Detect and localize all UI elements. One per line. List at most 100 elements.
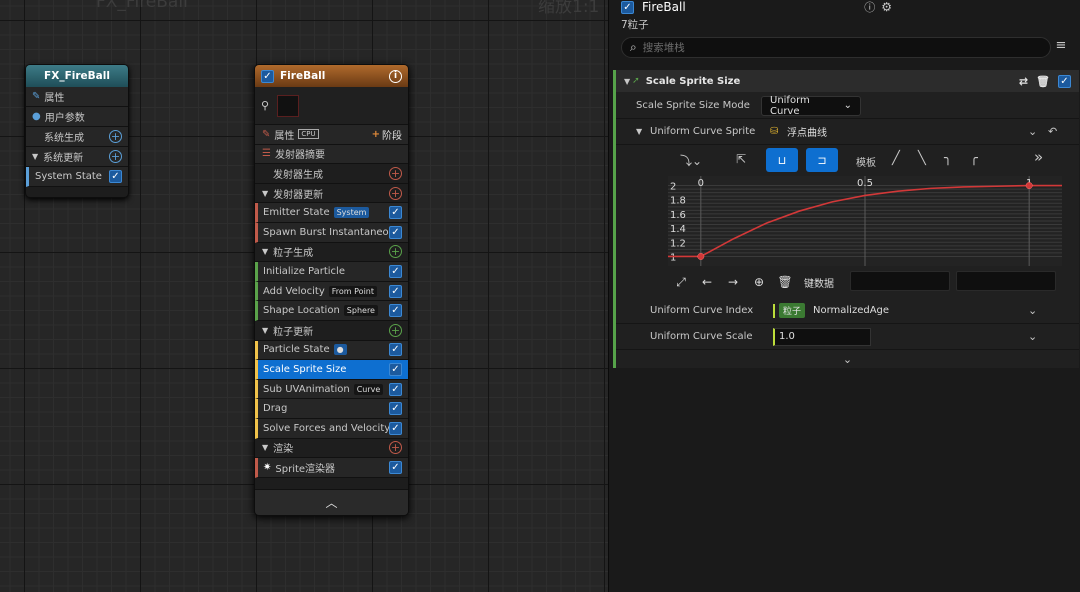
add-particle-spawn-icon[interactable]: +: [389, 245, 402, 259]
add-renderer-icon[interactable]: +: [389, 441, 402, 455]
system-properties-row[interactable]: ✎ 属性: [26, 87, 128, 107]
add-key-icon[interactable]: ⊕: [746, 275, 772, 289]
module-checkbox[interactable]: ✓: [389, 225, 402, 239]
system-node[interactable]: FX_FireBall ✎ 属性 ● 用户参数 系统生成 + ▼ 系统更新 + …: [25, 64, 129, 198]
panel-enable-checkbox[interactable]: ✓: [621, 0, 634, 14]
module-scale-sprite-size[interactable]: Scale Sprite Size ✓: [255, 360, 408, 380]
module-checkbox[interactable]: ✓: [389, 284, 402, 298]
curve-index-value[interactable]: NormalizedAge: [813, 305, 889, 316]
module-sprite-renderer[interactable]: ✷ Sprite渲染器 ✓: [255, 458, 408, 478]
add-stage-button[interactable]: 阶段: [382, 127, 402, 142]
collapse-triangle-icon[interactable]: ▼: [262, 189, 268, 198]
system-node-title[interactable]: FX_FireBall: [26, 65, 128, 87]
system-spawn-row[interactable]: 系统生成 +: [26, 127, 128, 147]
curve-x-tick-label: 0.5: [857, 178, 873, 189]
fit-icon[interactable]: ⤢: [668, 275, 694, 290]
emitter-summary-row[interactable]: ☰ 发射器摘要: [255, 144, 408, 165]
system-update-row[interactable]: ▼ 系统更新 +: [26, 147, 128, 167]
curve-editor[interactable]: 00.5111.21.41.61.82: [668, 176, 1062, 266]
collapse-triangle-icon[interactable]: ▼: [32, 152, 38, 161]
key-value-input[interactable]: [956, 271, 1056, 291]
module-checkbox[interactable]: ✓: [389, 382, 402, 396]
emitter-node-header[interactable]: ✓ FireBall i: [255, 65, 408, 87]
open-external-icon[interactable]: ⇱: [736, 152, 746, 166]
add-system-spawn-icon[interactable]: +: [109, 130, 122, 143]
emitter-node-title: FireBall: [280, 70, 326, 82]
module-drag[interactable]: Drag ✓: [255, 399, 408, 419]
chevron-down-icon[interactable]: ⌄: [1028, 304, 1037, 317]
emitter-node[interactable]: ✓ FireBall i ⚲ ✎ 属性 CPU + 阶段 ☰ 发射器摘要 发射器…: [254, 64, 409, 516]
smooth-template-icon[interactable]: ╭: [970, 151, 978, 166]
system-state-checkbox[interactable]: ✓: [109, 170, 122, 183]
module-checkbox[interactable]: ✓: [389, 460, 402, 474]
user-params-row[interactable]: ● 用户参数: [26, 107, 128, 127]
reset-icon[interactable]: ↶: [1048, 125, 1057, 138]
module-checkbox[interactable]: ✓: [389, 206, 402, 220]
info-icon[interactable]: ⓘ: [864, 0, 875, 15]
pin-icon[interactable]: ⚲: [261, 99, 269, 112]
particle-update-row[interactable]: ▼ 粒子更新 +: [255, 320, 408, 341]
module-checkbox[interactable]: ✓: [389, 402, 402, 416]
info-icon[interactable]: i: [389, 69, 402, 83]
module-sub-uv-animation[interactable]: Sub UVAnimation Curve ✓: [255, 379, 408, 400]
prev-key-icon[interactable]: ←: [694, 275, 720, 289]
key-time-input[interactable]: [850, 271, 950, 291]
emitter-spawn-row[interactable]: 发射器生成 +: [255, 164, 408, 184]
collapse-triangle-icon[interactable]: ▼: [636, 127, 642, 136]
module-emitter-state[interactable]: Emitter State System ✓: [255, 203, 408, 223]
module-initialize-particle[interactable]: Initialize Particle ✓: [255, 262, 408, 282]
graph-canvas[interactable]: FX_FireBall 缩放1:1 FX_FireBall ✎ 属性 ● 用户参…: [0, 0, 608, 592]
add-emitter-spawn-icon[interactable]: +: [389, 166, 402, 180]
expand-right-icon[interactable]: »: [1034, 148, 1043, 166]
curve-scale-input[interactable]: 1.0: [773, 327, 871, 346]
mode-dropdown[interactable]: Uniform Curve ⌄: [761, 95, 861, 117]
module-checkbox[interactable]: ✓: [389, 421, 402, 435]
emitter-thumbnail[interactable]: [277, 94, 300, 117]
module-solve-forces[interactable]: Solve Forces and Velocity ✓: [255, 418, 408, 439]
collapse-triangle-icon[interactable]: ▼: [262, 326, 268, 335]
snap-value-button[interactable]: ⊐: [806, 148, 838, 172]
filter-icon[interactable]: ≡: [1051, 38, 1071, 53]
curve-plot[interactable]: 00.5111.21.41.61.82: [668, 176, 1062, 266]
system-state-row[interactable]: System State ✓: [26, 167, 128, 187]
collapse-triangle-icon[interactable]: ▼: [624, 77, 630, 86]
collapse-triangle-icon[interactable]: ▼: [262, 443, 268, 452]
ease-in-template-icon[interactable]: ╮: [944, 151, 952, 166]
particle-spawn-row[interactable]: ▼ 粒子生成 +: [255, 242, 408, 263]
module-checkbox[interactable]: ✓: [389, 362, 402, 376]
chevron-down-icon[interactable]: ⌄: [1028, 125, 1037, 138]
delete-icon[interactable]: 🗑: [1036, 75, 1050, 88]
module-checkbox[interactable]: ✓: [389, 343, 402, 357]
linear-template-icon[interactable]: ╱: [892, 151, 900, 166]
add-system-update-icon[interactable]: +: [109, 150, 122, 163]
module-checkbox[interactable]: ✓: [389, 264, 402, 278]
stack-search-input[interactable]: ⌕ 搜索堆栈: [621, 37, 1051, 58]
expand-advanced-button[interactable]: ⌄: [616, 350, 1079, 368]
add-emitter-update-icon[interactable]: +: [389, 186, 402, 200]
add-stage-plus-icon[interactable]: +: [372, 129, 380, 140]
sparkle-icon: ✷: [263, 461, 272, 473]
emitter-enable-checkbox[interactable]: ✓: [261, 69, 274, 83]
delete-key-icon[interactable]: 🗑: [772, 275, 798, 289]
snap-time-button[interactable]: ⊔: [766, 148, 798, 172]
chevron-down-icon[interactable]: ⌄: [1028, 330, 1037, 343]
shuffle-icon[interactable]: ⇄: [1019, 75, 1028, 88]
emitter-properties-row[interactable]: ✎ 属性 CPU + 阶段: [255, 125, 408, 145]
module-checkbox[interactable]: ✓: [389, 304, 402, 318]
collapse-triangle-icon[interactable]: ▼: [262, 247, 268, 256]
section-header[interactable]: ▼ ➚ Scale Sprite Size ⇄ 🗑 ✓: [616, 70, 1079, 92]
curve-tool-icon[interactable]: ⤵⌄: [680, 152, 702, 169]
module-label: Drag: [263, 403, 288, 415]
module-particle-state[interactable]: Particle State ● ✓: [255, 340, 408, 361]
next-key-icon[interactable]: →: [720, 275, 746, 289]
module-add-velocity[interactable]: Add Velocity From Point ✓: [255, 281, 408, 302]
section-enable-checkbox[interactable]: ✓: [1058, 74, 1071, 88]
add-particle-update-icon[interactable]: +: [389, 323, 402, 337]
collapse-node-button[interactable]: ︿: [255, 489, 408, 515]
module-shape-location[interactable]: Shape Location Sphere ✓: [255, 301, 408, 321]
gear-icon[interactable]: ⚙: [881, 0, 892, 14]
emitter-update-row[interactable]: ▼ 发射器更新 +: [255, 183, 408, 204]
render-row[interactable]: ▼ 渲染 +: [255, 438, 408, 459]
ease-out-template-icon[interactable]: ╲: [918, 151, 926, 166]
module-spawn-burst[interactable]: Spawn Burst Instantaneous ✓: [255, 222, 408, 243]
